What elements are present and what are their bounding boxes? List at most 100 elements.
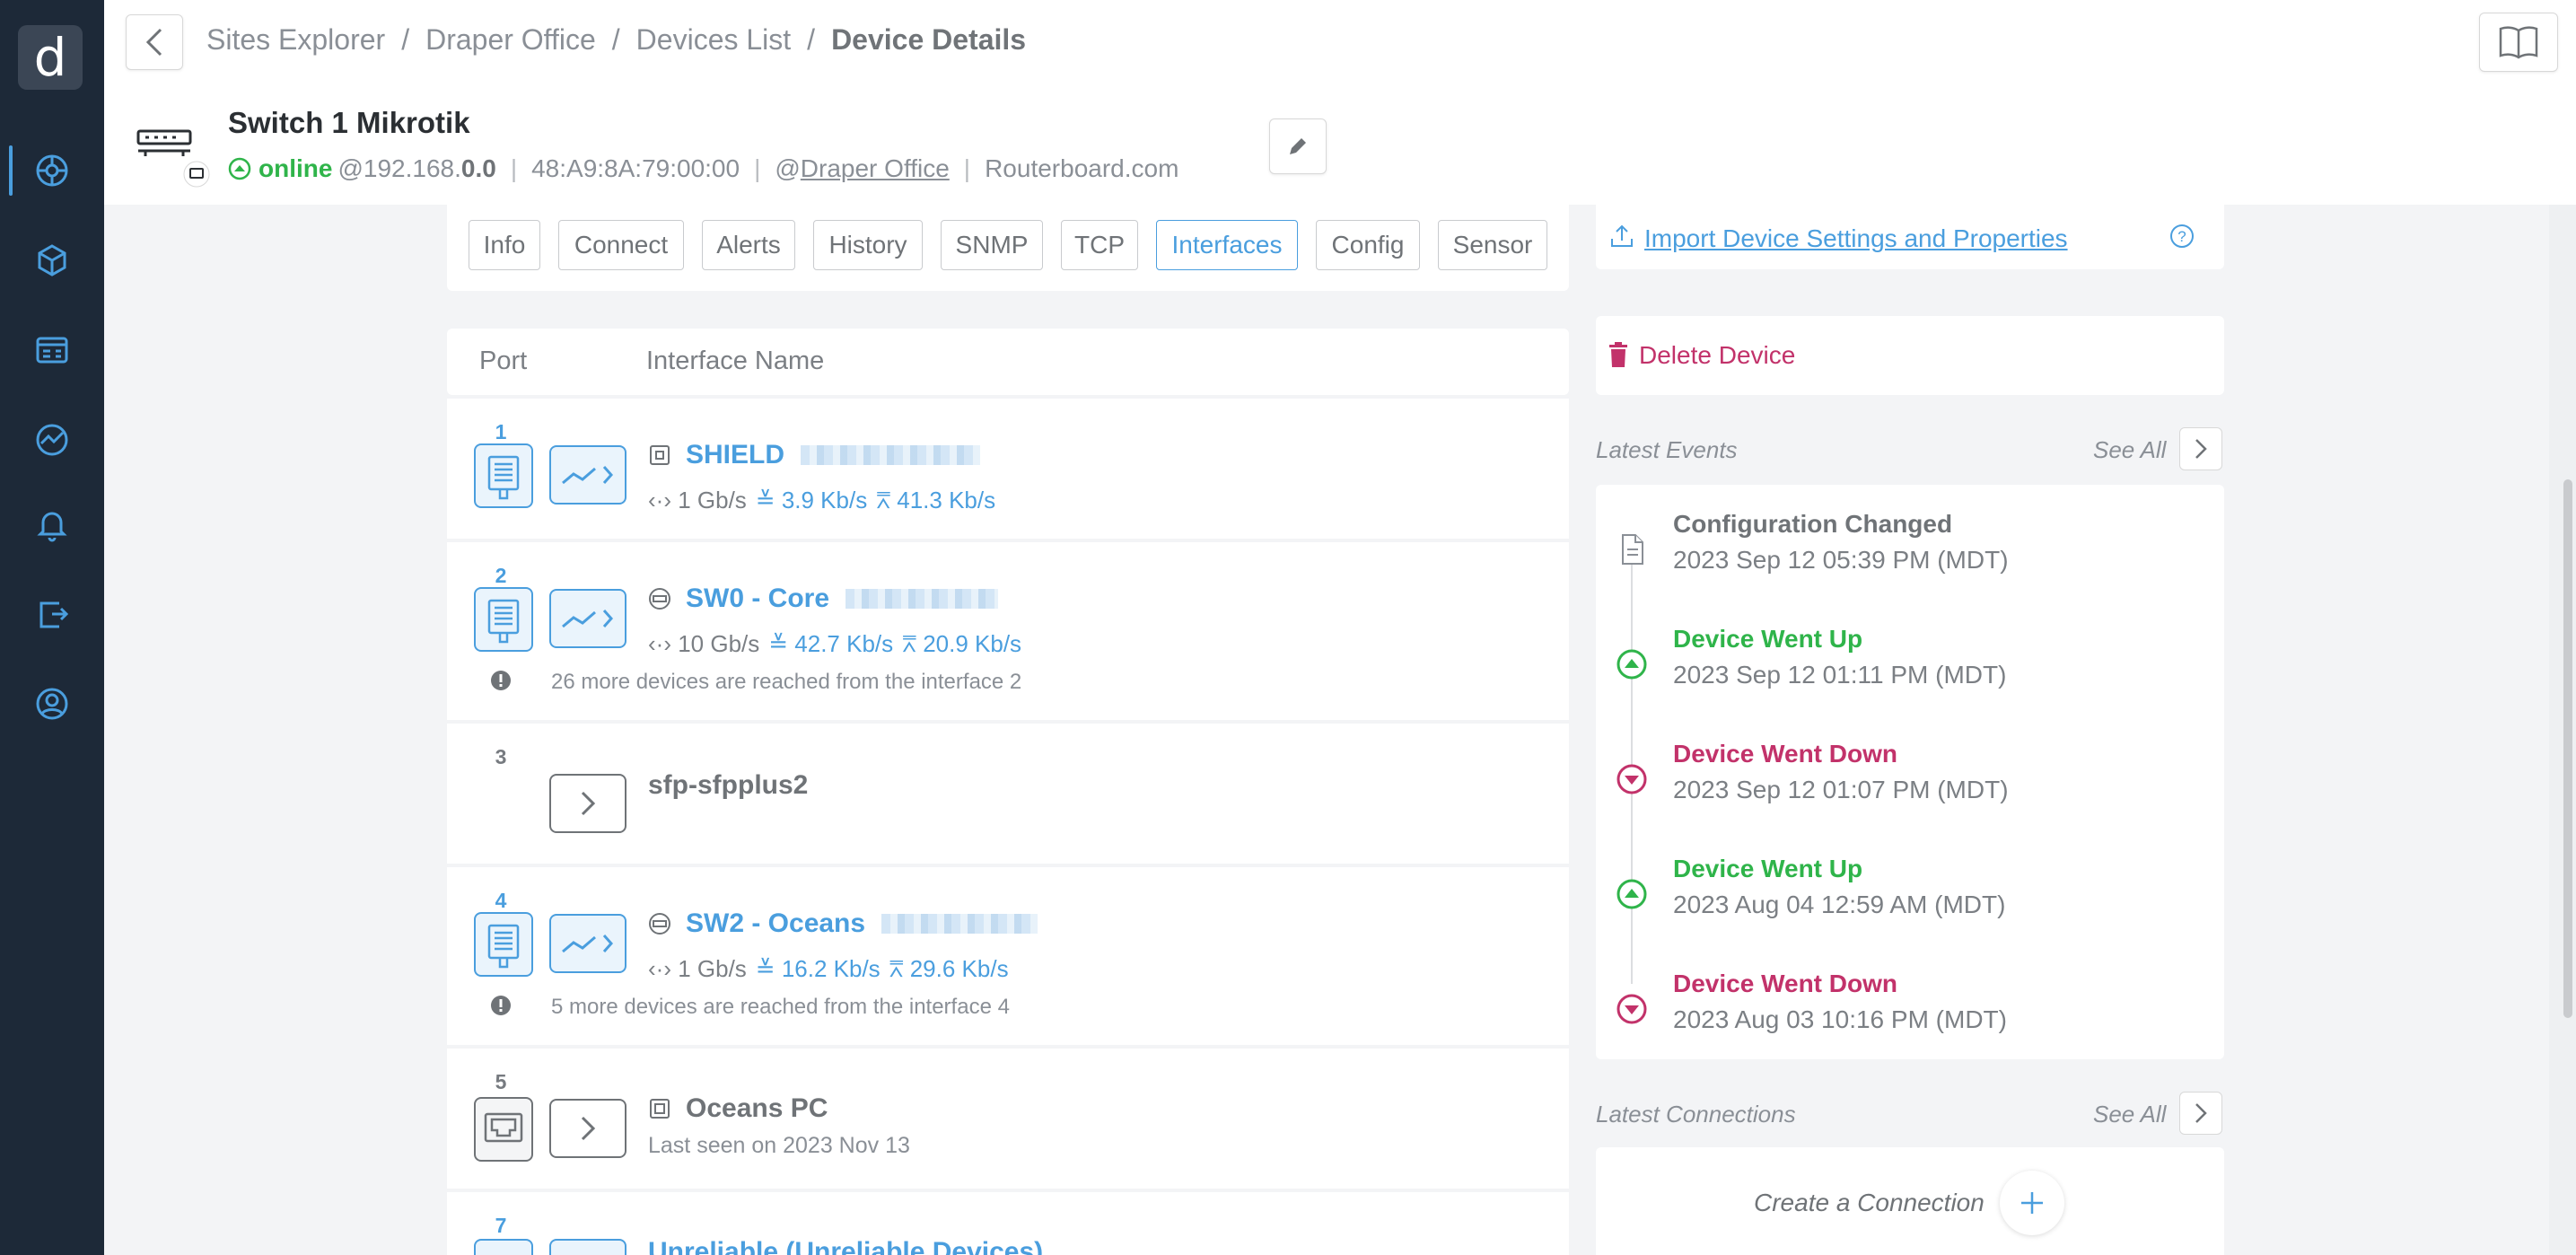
nav-account-icon[interactable] [0,668,104,740]
create-connection-label[interactable]: Create a Connection [1754,1189,1985,1217]
ethernet-port-icon[interactable] [474,1239,533,1255]
upload-icon [1611,224,1633,247]
see-all-connections-button[interactable] [2179,1092,2222,1135]
table-row: 1 SHIELD ‹·› 1 Gb/s ≚ 3.9 Kb/s ⩞ 41.3 Kb/s [447,399,1569,539]
interface-speed: ‹·› 1 Gb/s ≚ 16.2 Kb/s ⩞ 29.6 Kb/s [648,955,1009,982]
event-item[interactable]: Device Went Down 2023 Aug 03 10:16 PM (M… [1596,957,2224,1072]
tab-sensor[interactable]: Sensor [1438,220,1547,270]
book-icon [2499,26,2538,59]
event-item[interactable]: Device Went Up 2023 Sep 12 01:11 PM (MDT… [1596,612,2224,727]
trend-chart-icon [562,466,614,485]
event-time: 2023 Aug 03 10:16 PM (MDT) [1673,1005,2007,1033]
chevron-left-icon [145,28,162,57]
redacted-address [881,914,1038,934]
redacted-address [801,445,981,465]
back-button[interactable] [126,14,183,70]
last-seen-text: Last seen on 2023 Nov 13 [648,1133,910,1158]
delete-device-button[interactable]: Delete Device [1639,341,1795,370]
traffic-chart-button[interactable] [549,589,626,648]
switch-type-icon [649,588,670,610]
nav-monitoring-icon[interactable] [0,404,104,476]
table-row: 4 SW2 - Oceans ‹·› 1 Gb/s ≚ 16.2 Kb/s ⩞ 29… [447,867,1569,1045]
traffic-chart-button[interactable] [549,914,626,973]
chevron-right-icon [2195,1103,2207,1123]
see-all-events-link[interactable]: See All [2093,436,2166,464]
tab-interfaces[interactable]: Interfaces [1156,220,1298,270]
tab-connect[interactable]: Connect [558,220,684,270]
chevron-right-icon [2195,439,2207,459]
interface-speed: ‹·› 1 Gb/s ≚ 3.9 Kb/s ⩞ 41.3 Kb/s [648,487,996,513]
nav-alerts-icon[interactable] [0,488,104,560]
interfaces-table-header: Port Interface Name [447,329,1569,395]
breadcrumb-sites-explorer[interactable]: Sites Explorer [206,23,385,56]
nav-sites-icon[interactable] [0,135,104,206]
table-row: 2 SW0 - Core ‹·› 10 Gb/s ≚ 42.7 Kb/s ⩞ 20.… [447,542,1569,720]
reachability-note: 26 more devices are reached from the int… [551,670,1022,694]
tab-info[interactable]: Info [469,220,540,270]
column-port: Port [479,347,528,375]
rj45-port-icon[interactable] [474,1097,533,1162]
see-all-connections-link[interactable]: See All [2093,1101,2166,1128]
event-item[interactable]: Device Went Down 2023 Sep 12 01:07 PM (M… [1596,727,2224,842]
switch-type-icon [649,913,670,935]
tab-history[interactable]: History [813,220,923,270]
scrollbar-thumb[interactable] [2563,479,2572,1018]
help-book-button[interactable] [2479,13,2558,72]
tab-config[interactable]: Config [1316,220,1420,270]
tab-alerts[interactable]: Alerts [702,220,795,270]
event-item[interactable]: Configuration Changed 2023 Sep 12 05:39 … [1596,497,2224,612]
event-title: Configuration Changed [1673,510,1953,538]
switch-device-icon [136,129,210,188]
breadcrumb-devices-list[interactable]: Devices List [636,23,792,56]
latest-connections-title: Latest Connections [1596,1101,1796,1128]
tab-tcp[interactable]: TCP [1061,220,1138,270]
table-row: 3 sfp-sfpplus2 [447,724,1569,864]
port-number: 2 [495,564,507,587]
ethernet-port-icon[interactable] [474,912,533,977]
chevron-right-icon [581,1116,596,1141]
create-connection-button[interactable] [2000,1171,2064,1235]
column-interface-name: Interface Name [646,347,825,375]
trend-chart-icon [562,610,614,628]
help-question-icon[interactable]: ? [2169,223,2195,250]
import-settings-link[interactable]: Import Device Settings and Properties [1644,224,2068,253]
tab-snmp[interactable]: SNMP [941,220,1043,270]
nav-devices-icon[interactable] [0,224,104,296]
svg-text:?: ? [2177,228,2186,245]
device-site[interactable]: @Draper Office [775,154,949,183]
ethernet-port-icon[interactable] [474,587,533,652]
trend-chart-icon [562,935,614,953]
sidebar: d [0,0,104,1255]
page-scrollbar[interactable] [2549,205,2576,1255]
interface-name-link[interactable]: SHIELD [648,440,981,470]
interface-name-link[interactable]: SW2 - Oceans [648,908,1038,939]
event-title: Device Went Up [1673,855,1863,882]
event-time: 2023 Aug 04 12:59 AM (MDT) [1673,891,2006,918]
interface-name-link[interactable]: SW0 - Core [648,584,999,614]
event-time: 2023 Sep 12 01:07 PM (MDT) [1673,776,2009,803]
edit-device-button[interactable] [1269,118,1327,174]
app-logo[interactable]: d [18,25,83,90]
arrow-up-icon [1617,649,1647,680]
expand-interface-button[interactable] [549,774,626,833]
import-settings-card: Import Device Settings and Properties ? [1596,171,2224,269]
plus-icon [2021,1192,2043,1214]
interface-name-link[interactable]: Unreliable (Unreliable Devices) [648,1237,1043,1255]
breadcrumb-draper-office[interactable]: Draper Office [425,23,596,56]
event-time: 2023 Sep 12 01:11 PM (MDT) [1673,661,2007,689]
device-vendor: Routerboard.com [985,154,1179,182]
traffic-chart-button[interactable] [549,1239,626,1255]
port-number: 3 [495,745,507,768]
port-number: 1 [495,420,507,443]
traffic-chart-button[interactable] [549,445,626,505]
event-item[interactable]: Device Went Up 2023 Aug 04 12:59 AM (MDT… [1596,842,2224,957]
nav-reports-icon[interactable] [0,314,104,386]
ethernet-port-icon[interactable] [474,443,533,508]
see-all-events-button[interactable] [2179,427,2222,470]
table-row: 5 Oceans PC Last seen on 2023 Nov 13 [447,1049,1569,1189]
event-title: Device Went Up [1673,625,1863,653]
interface-name-link[interactable]: Oceans PC [648,1093,828,1124]
expand-interface-button[interactable] [549,1099,626,1158]
device-name: Switch 1 Mikrotik [228,106,470,139]
nav-integrations-icon[interactable] [0,578,104,650]
